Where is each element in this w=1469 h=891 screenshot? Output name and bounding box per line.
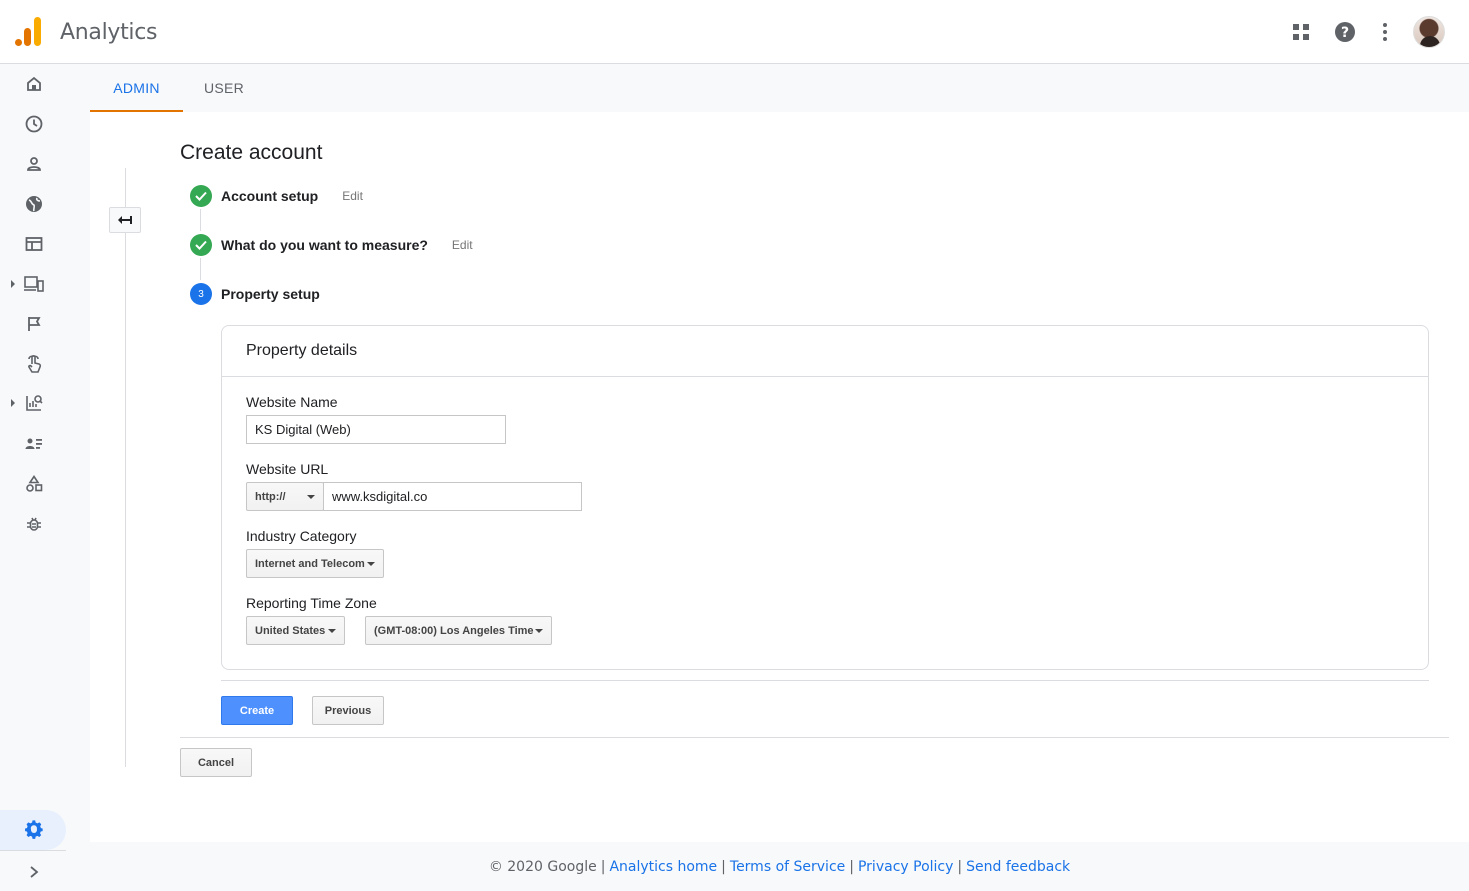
country-value: United States	[255, 624, 326, 637]
tab-user-label: USER	[203, 80, 245, 96]
footer-separator: |	[849, 858, 854, 875]
previous-button[interactable]: Previous	[312, 696, 384, 725]
settings-gear-icon[interactable]	[22, 818, 46, 842]
industry-category-label: Industry Category	[246, 528, 357, 544]
time-zone-value: (GMT-08:00) Los Angeles Time	[374, 624, 534, 637]
devices-expand-caret-icon[interactable]	[9, 280, 17, 288]
main-content: Create account Account setup Edit What d…	[90, 112, 1469, 842]
protocol-value: http://	[255, 490, 286, 503]
dropdown-caret-icon	[328, 629, 336, 633]
arrow-back-icon	[118, 216, 132, 224]
step-label: Account setup	[221, 188, 319, 204]
footer-separator: |	[957, 858, 963, 875]
tab-user[interactable]: USER	[190, 64, 258, 112]
step-connector	[200, 258, 201, 280]
website-url-input[interactable]: www.ksdigital.co	[323, 482, 582, 511]
page-title: Create account	[180, 141, 323, 164]
privacy-policy-link[interactable]: Privacy Policy	[858, 859, 953, 875]
footer: © 2020 Google | Analytics home | Terms o…	[90, 842, 1469, 891]
touch-icon[interactable]	[22, 352, 46, 376]
protocol-select[interactable]: http://	[246, 482, 324, 511]
admin-user-tabs: ADMIN USER	[90, 64, 1469, 112]
footer-separator: |	[600, 858, 606, 875]
industry-category-value: Internet and Telecom	[255, 557, 365, 570]
step-property-setup: 3 Property setup	[190, 283, 320, 305]
reports-icon[interactable]	[22, 391, 46, 415]
terms-of-service-link[interactable]: Terms of Service	[730, 859, 845, 875]
debug-bug-icon[interactable]	[22, 512, 46, 536]
step-label: Property setup	[221, 286, 320, 302]
step-label: What do you want to measure?	[221, 237, 428, 253]
home-icon[interactable]	[22, 72, 46, 96]
send-feedback-link[interactable]: Send feedback	[966, 859, 1070, 875]
cancel-button[interactable]: Cancel	[180, 748, 252, 777]
edit-measure-link[interactable]: Edit	[452, 238, 473, 252]
account-avatar[interactable]	[1413, 16, 1445, 48]
website-name-input[interactable]: KS Digital (Web)	[246, 415, 506, 444]
reports-expand-caret-icon[interactable]	[9, 399, 17, 407]
step-what-to-measure: What do you want to measure? Edit	[190, 234, 473, 256]
property-details-card: Property details Website Name KS Digital…	[221, 325, 1429, 670]
conversions-flag-icon[interactable]	[22, 312, 46, 336]
check-circle-icon	[190, 234, 212, 256]
website-url-label: Website URL	[246, 461, 329, 477]
country-select[interactable]: United States	[246, 616, 345, 645]
analytics-home-link[interactable]: Analytics home	[609, 859, 717, 875]
card-actions-divider	[221, 680, 1429, 681]
create-button[interactable]: Create	[221, 696, 293, 725]
more-vert-icon[interactable]	[1371, 18, 1399, 46]
check-circle-icon	[190, 185, 212, 207]
column-divider-line	[125, 168, 126, 767]
step-account-setup: Account setup Edit	[190, 185, 363, 207]
nav-divider	[0, 850, 66, 851]
audience-person-icon[interactable]	[22, 152, 46, 176]
dropdown-caret-icon	[307, 495, 315, 499]
card-divider	[222, 376, 1428, 377]
side-navigation	[0, 64, 66, 891]
tab-admin[interactable]: ADMIN	[90, 64, 183, 112]
copyright-text: © 2020 Google	[488, 858, 597, 875]
step-connector	[200, 209, 201, 231]
dropdown-caret-icon	[367, 562, 375, 566]
top-app-bar: Analytics ?	[0, 0, 1469, 64]
expand-chevron-icon[interactable]	[22, 860, 46, 884]
analytics-logo-icon[interactable]	[14, 16, 44, 48]
app-title: Analytics	[60, 20, 158, 45]
help-icon[interactable]: ?	[1331, 18, 1359, 46]
collapse-panel-button[interactable]	[109, 207, 141, 233]
card-title: Property details	[246, 342, 358, 359]
svg-text:?: ?	[1341, 25, 1349, 41]
dropdown-caret-icon	[535, 629, 543, 633]
acquisition-globe-icon[interactable]	[22, 192, 46, 216]
behavior-browser-icon[interactable]	[22, 232, 46, 256]
footer-separator: |	[721, 858, 726, 875]
shapes-icon[interactable]	[22, 472, 46, 496]
step-number-badge: 3	[190, 283, 212, 305]
industry-category-select[interactable]: Internet and Telecom	[246, 549, 384, 578]
devices-icon[interactable]	[22, 272, 46, 296]
website-name-label: Website Name	[246, 394, 338, 410]
form-divider	[180, 737, 1449, 738]
reporting-time-zone-label: Reporting Time Zone	[246, 595, 377, 611]
apps-grid-icon[interactable]	[1287, 18, 1315, 46]
edit-account-setup-link[interactable]: Edit	[342, 189, 363, 203]
realtime-clock-icon[interactable]	[22, 112, 46, 136]
users-list-icon[interactable]	[22, 432, 46, 456]
tab-admin-label: ADMIN	[113, 80, 160, 96]
time-zone-select[interactable]: (GMT-08:00) Los Angeles Time	[365, 616, 552, 645]
